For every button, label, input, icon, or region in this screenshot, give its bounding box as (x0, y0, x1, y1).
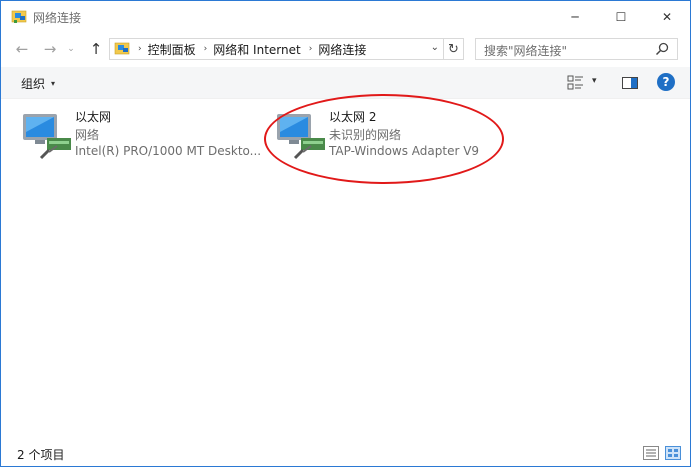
adapter-name: Intel(R) PRO/1000 MT Deskto... (75, 144, 262, 158)
address-bar[interactable]: › 控制面板 › 网络和 Internet › 网络连接 ⌄ ↻ (109, 38, 464, 60)
up-button[interactable]: ↑ (85, 38, 107, 60)
explorer-window: 网络连接 ─ ☐ ✕ ← → ⌄ ↑ › 控制面板 › 网络和 Internet… (0, 0, 691, 467)
connection-status: 网络 (75, 128, 100, 142)
view-options-dropdown[interactable]: ▾ (592, 76, 597, 86)
organize-label: 组织 (21, 77, 46, 91)
recent-locations-button[interactable]: ⌄ (65, 38, 77, 60)
details-view-icon[interactable] (643, 446, 659, 460)
close-icon: ✕ (661, 10, 673, 24)
large-icons-view-icon[interactable] (665, 446, 681, 460)
minimize-button[interactable]: ─ (552, 1, 598, 33)
network-adapter-icon (23, 114, 71, 160)
back-arrow-icon: ← (15, 40, 29, 58)
refresh-button[interactable]: ↻ (443, 39, 463, 59)
breadcrumb-separator: › (138, 44, 142, 54)
title-bar[interactable]: 网络连接 ─ ☐ ✕ (1, 1, 690, 33)
list-item-ethernet[interactable]: 以太网 网络 Intel(R) PRO/1000 MT Deskto... (21, 106, 261, 164)
navigation-bar: ← → ⌄ ↑ › 控制面板 › 网络和 Internet › 网络连接 ⌄ ↻… (1, 34, 690, 64)
breadcrumb-separator[interactable]: › (309, 44, 313, 54)
connection-name: 以太网 (75, 110, 112, 124)
search-icon (655, 42, 669, 56)
breadcrumb-network-internet[interactable]: 网络和 Internet (213, 41, 300, 58)
search-input[interactable]: 搜索"网络连接" (475, 38, 678, 60)
control-panel-icon (114, 42, 130, 55)
help-icon[interactable]: ? (657, 73, 675, 91)
status-bar: 2 个项目 (1, 441, 690, 466)
help-label: ? (662, 75, 670, 89)
breadcrumb-network-connections[interactable]: 网络连接 (318, 41, 366, 58)
minimize-icon: ─ (571, 10, 579, 24)
forward-button[interactable]: → (39, 38, 61, 60)
address-history-dropdown[interactable]: ⌄ (431, 42, 439, 53)
organize-menu-button[interactable]: 组织 ▾ (21, 75, 55, 92)
maximize-icon: ☐ (615, 10, 627, 24)
command-bar: 组织 ▾ ▾ ? (1, 67, 690, 99)
close-button[interactable]: ✕ (644, 1, 690, 33)
change-view-icon[interactable] (567, 74, 585, 92)
annotation-circle (264, 94, 504, 184)
breadcrumb-separator[interactable]: › (204, 44, 208, 54)
preview-pane-icon[interactable] (621, 74, 639, 92)
breadcrumb-control-panel[interactable]: 控制面板 (148, 41, 196, 58)
network-folder-icon (11, 10, 27, 23)
item-count: 2 个项目 (17, 448, 65, 462)
back-button[interactable]: ← (11, 38, 33, 60)
window-title: 网络连接 (33, 11, 82, 25)
maximize-button[interactable]: ☐ (598, 1, 644, 33)
forward-arrow-icon: → (43, 40, 57, 58)
search-placeholder: 搜索"网络连接" (484, 44, 568, 58)
chevron-down-icon: ⌄ (67, 44, 75, 54)
up-arrow-icon: ↑ (89, 40, 103, 58)
chevron-down-icon: ▾ (51, 79, 56, 88)
